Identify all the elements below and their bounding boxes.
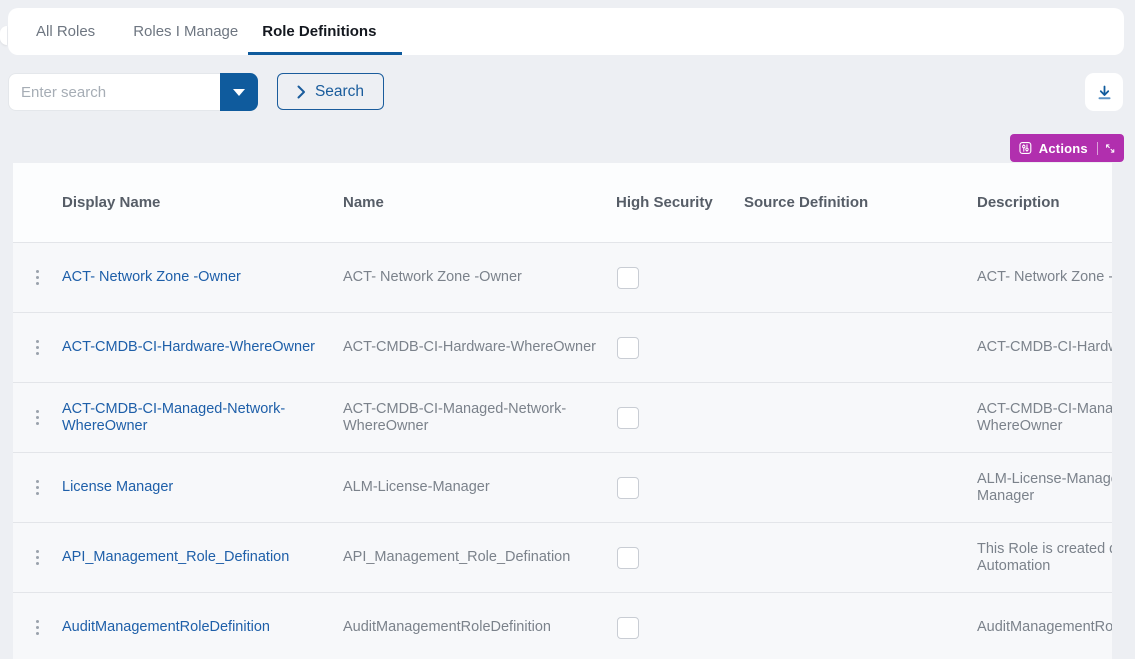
- name-cell: API_Management_Role_Defination: [343, 549, 570, 566]
- tab-bar: All Roles Roles I Manage Role Definition…: [8, 8, 1124, 55]
- divider: [1097, 142, 1098, 155]
- role-definitions-table: Display Name Name High Security Source D…: [13, 163, 1112, 659]
- search-input[interactable]: [8, 73, 220, 111]
- high-security-checkbox[interactable]: [617, 547, 639, 569]
- kebab-menu-icon[interactable]: [32, 266, 44, 290]
- chevron-right-icon: [297, 85, 306, 99]
- high-security-checkbox[interactable]: [617, 407, 639, 429]
- tab-roles-i-manage[interactable]: Roles I Manage: [121, 8, 250, 55]
- high-security-checkbox[interactable]: [617, 617, 639, 639]
- name-cell: ALM-License-Manager: [343, 479, 490, 496]
- display-name-link[interactable]: ACT-CMDB-CI-Managed-Network- WhereOwner: [62, 401, 285, 435]
- table-row: ACT-CMDB-CI-Hardware-WhereOwner ACT-CMDB…: [13, 312, 1112, 382]
- kebab-menu-icon[interactable]: [32, 546, 44, 570]
- column-header-description[interactable]: Description: [977, 194, 1060, 211]
- high-security-checkbox[interactable]: [617, 337, 639, 359]
- actions-button-label: Actions: [1039, 141, 1088, 156]
- table-row: ACT- Network Zone -Owner ACT- Network Zo…: [13, 242, 1112, 312]
- actions-button[interactable]: Actions: [1010, 134, 1124, 162]
- tab-all-roles[interactable]: All Roles: [24, 8, 107, 55]
- tab-label: Roles I Manage: [133, 23, 238, 40]
- description-cell: AuditManagementRoleDefinition: [977, 619, 1112, 636]
- display-name-link[interactable]: ACT-CMDB-CI-Hardware-WhereOwner: [62, 339, 315, 356]
- name-cell: ACT-CMDB-CI-Hardware-WhereOwner: [343, 339, 596, 356]
- table-row: License Manager ALM-License-Manager ALM-…: [13, 452, 1112, 522]
- column-header-source-definition[interactable]: Source Definition: [744, 194, 868, 211]
- search-filter-dropdown-button[interactable]: [220, 73, 258, 111]
- kebab-menu-icon[interactable]: [32, 616, 44, 640]
- description-cell: ALM-License-Manager Manager: [977, 471, 1112, 505]
- expand-icon[interactable]: [1105, 142, 1115, 155]
- column-header-name[interactable]: Name: [343, 194, 384, 211]
- kebab-menu-icon[interactable]: [32, 406, 44, 430]
- column-header-display-name[interactable]: Display Name: [62, 194, 160, 211]
- panel-toggle-handle[interactable]: [0, 26, 7, 45]
- sliders-icon: [1019, 140, 1032, 156]
- chevron-down-icon: [233, 89, 245, 96]
- search-button-label: Search: [315, 83, 364, 101]
- description-cell: This Role is created during Automation: [977, 541, 1112, 575]
- table-row: ACT-CMDB-CI-Managed-Network- WhereOwner …: [13, 382, 1112, 452]
- display-name-link[interactable]: License Manager: [62, 479, 173, 496]
- name-cell: ACT- Network Zone -Owner: [343, 269, 522, 286]
- description-cell: ACT-CMDB-CI-Managed-Network- WhereOwner: [977, 401, 1112, 435]
- column-header-high-security[interactable]: High Security: [616, 194, 713, 211]
- description-cell: ACT-CMDB-CI-Hardware-WhereOwner: [977, 339, 1112, 356]
- display-name-link[interactable]: AuditManagementRoleDefinition: [62, 619, 270, 636]
- table-row: API_Management_Role_Defination API_Manag…: [13, 522, 1112, 592]
- kebab-menu-icon[interactable]: [32, 476, 44, 500]
- tab-label: All Roles: [36, 23, 95, 40]
- high-security-checkbox[interactable]: [617, 267, 639, 289]
- export-button[interactable]: [1085, 73, 1123, 111]
- search-group: [8, 73, 258, 111]
- name-cell: AuditManagementRoleDefinition: [343, 619, 551, 636]
- search-button[interactable]: Search: [277, 73, 384, 110]
- tab-role-definitions[interactable]: Role Definitions: [250, 8, 388, 55]
- name-cell: ACT-CMDB-CI-Managed-Network- WhereOwner: [343, 401, 566, 435]
- display-name-link[interactable]: API_Management_Role_Defination: [62, 549, 289, 566]
- description-cell: ACT- Network Zone -Owner: [977, 269, 1112, 286]
- table-header-row: Display Name Name High Security Source D…: [13, 163, 1112, 242]
- download-icon: [1096, 84, 1113, 101]
- kebab-menu-icon[interactable]: [32, 336, 44, 360]
- table-row: AuditManagementRoleDefinition AuditManag…: [13, 592, 1112, 659]
- tab-label: Role Definitions: [262, 23, 376, 40]
- display-name-link[interactable]: ACT- Network Zone -Owner: [62, 269, 241, 286]
- high-security-checkbox[interactable]: [617, 477, 639, 499]
